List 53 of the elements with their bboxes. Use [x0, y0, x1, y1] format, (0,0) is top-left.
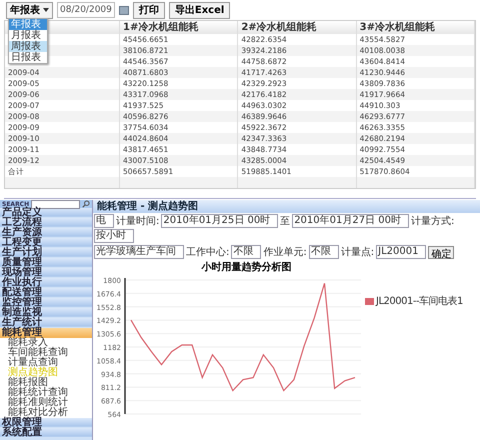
caret-icon [43, 8, 49, 12]
submenu-item[interactable]: 车间能耗查询 [8, 348, 92, 358]
filter-select[interactable]: 2010年01月27日 00时 [292, 214, 409, 228]
menu-item[interactable]: 工艺流程 [0, 218, 92, 228]
submenu-item[interactable]: 能耗录入 [8, 338, 92, 348]
filter-select[interactable]: 不限 [231, 245, 262, 259]
menu-item[interactable]: 作业执行 [0, 278, 92, 288]
panel-title: 能耗管理 - 测点趋势图 [93, 200, 480, 213]
chart-title: 小时用量趋势分析图 [200, 260, 292, 274]
submenu-item[interactable]: 计量点查询 [8, 358, 92, 368]
submenu-item[interactable]: 能耗准则统计 [8, 398, 92, 408]
menu-item[interactable]: 生产统计 [0, 318, 92, 328]
filter-label: 作业单元: [263, 246, 307, 259]
dropdown-option[interactable]: 月报表 [9, 30, 47, 41]
period-select[interactable]: 年报表 [6, 2, 53, 18]
menu-item[interactable]: 系统配置 [0, 428, 92, 438]
menu-item[interactable]: 现场管理 [0, 268, 92, 278]
filter-select[interactable]: 2010年01月25日 00时 [161, 214, 278, 228]
filter-label: 工作中心: [186, 246, 230, 259]
confirm-button[interactable]: 确定 [428, 246, 454, 258]
toolbar-button[interactable]: 导出Excel [168, 2, 230, 18]
date-field[interactable]: 08/20/2009 [57, 2, 115, 18]
menu-item[interactable]: 权限管理 [0, 418, 92, 428]
submenu-item[interactable]: 能耗统计查询 [8, 388, 92, 398]
menu-item[interactable]: 制造监视 [0, 308, 92, 318]
toolbar-button[interactable]: 打印 [132, 2, 165, 18]
menu-item[interactable]: 生产资源 [0, 228, 92, 238]
menu-item[interactable]: 产品定义 [0, 208, 92, 218]
menu-item[interactable]: 监控管理 [0, 298, 92, 308]
filter-label: 至 [280, 215, 290, 228]
menu-item[interactable]: 能耗管理 [0, 328, 92, 338]
filter-select[interactable]: 按小时 [94, 229, 134, 243]
submenu-item[interactable]: 能耗报图 [8, 378, 92, 388]
calendar-icon[interactable] [118, 6, 129, 14]
filter-select[interactable]: 电 [94, 214, 114, 228]
column-header: 1#冷水机组能耗 [120, 21, 238, 34]
dropdown-option[interactable]: 日报表 [9, 52, 47, 63]
search-icon[interactable] [82, 200, 90, 208]
column-header: 3#冷水机组能耗 [356, 21, 475, 34]
menu-item[interactable]: 质量管理 [0, 258, 92, 268]
filter-select[interactable]: 光学玻璃生产车间 [94, 245, 184, 259]
menu-item[interactable]: 生产计划 [0, 248, 92, 258]
filter-label: 计量方式: [411, 214, 454, 228]
dropdown-option[interactable]: 周报表 [9, 41, 47, 52]
legend-label: JL20001--车间电表1 [376, 294, 463, 308]
menu-item[interactable]: 工程变更 [0, 238, 92, 248]
filter-label: 计量时间: [116, 214, 160, 228]
column-header: 2#冷水机组能耗 [238, 21, 357, 34]
filter-select[interactable]: JL20001 [376, 245, 426, 259]
filter-label: 计量点: [340, 246, 374, 259]
filter-select[interactable]: 不限 [308, 245, 339, 259]
menu-item[interactable]: 配送管理 [0, 288, 92, 298]
submenu-item[interactable]: 能耗对比分析 [8, 408, 92, 418]
